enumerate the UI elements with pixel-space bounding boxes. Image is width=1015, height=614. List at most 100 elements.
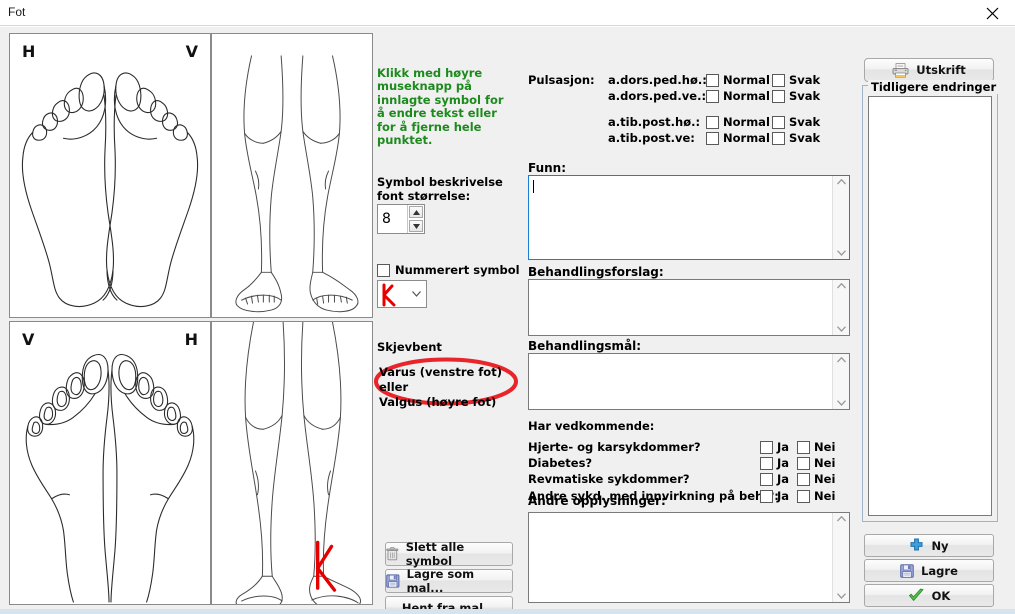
scroll-up-icon[interactable] [836,516,846,522]
condition-no-option[interactable]: Nei [797,489,835,503]
scroll-up-icon[interactable] [836,357,846,363]
behandlingsforslag-label: Behandlingsforslag: [528,265,664,279]
combobox-arrow[interactable] [406,291,426,297]
behandlingsforslag-text[interactable] [529,280,832,335]
behandlingsmal-textarea[interactable] [528,353,850,410]
spinner-up-button[interactable] [409,206,423,218]
text-caret [533,180,534,193]
pulse-row: a.tib.post.ve: Normal Svak [608,130,838,146]
new-button-label: Ny [931,538,949,553]
numbered-symbol-checkbox[interactable] [377,263,390,277]
behandlingsforslag-scrollbar[interactable] [832,280,849,335]
pulse-normal-label: Normal [723,89,770,103]
symbol-fontsize-label: Symbol beskrivelse font størrelse: [377,175,503,203]
condition-no-option[interactable]: Nei [797,456,835,470]
window-titlebar: Fot [0,0,1015,26]
pulse-normal-checkbox[interactable] [706,115,719,129]
close-button[interactable] [969,0,1015,26]
bottom-edge [0,609,1015,614]
behandlingsmal-scrollbar[interactable] [832,354,849,409]
andre-opplysninger-text[interactable] [529,513,832,602]
scroll-up-icon[interactable] [836,283,846,289]
delete-all-symbols-label: Slett alle symbol [405,540,465,568]
ok-button[interactable]: OK [864,584,994,607]
diagram-legs-posterior[interactable] [211,33,373,318]
condition-label: Diabetes? [528,456,593,470]
funn-scrollbar[interactable] [832,176,849,259]
pulse-weak-option[interactable]: Svak [772,89,838,103]
andre-opplysninger-textarea[interactable] [528,512,850,603]
scroll-down-icon[interactable] [836,400,846,406]
condition-yes-option[interactable]: Ja [760,489,789,503]
delete-all-symbols-button[interactable]: Slett alle symbol [385,540,513,568]
condition-no-option[interactable]: Nei [797,472,835,486]
pulse-normal-checkbox[interactable] [706,73,719,87]
pulse-normal-option[interactable]: Normal [706,73,772,87]
diagram-label-right: V [185,42,198,61]
spinner-down-button[interactable] [409,220,423,232]
font-size-spinner[interactable]: 8 [377,204,425,234]
condition-yes-label: Ja [777,440,790,454]
symbol-preview [378,281,406,307]
pulse-normal-option[interactable]: Normal [706,115,772,129]
behandlingsforslag-textarea[interactable] [528,279,850,336]
new-button[interactable]: Ny [864,534,994,557]
pulse-weak-checkbox[interactable] [772,131,785,145]
font-size-value[interactable]: 8 [378,205,407,233]
condition-yes-checkbox[interactable] [760,456,773,470]
condition-no-checkbox[interactable] [797,456,811,470]
chevron-up-icon [412,209,420,215]
pulse-normal-option[interactable]: Normal [706,131,772,145]
pulse-row: a.dors.ped.ve.: Normal Svak [608,88,838,104]
pulse-normal-checkbox[interactable] [706,131,719,145]
condition-yes-checkbox[interactable] [760,489,773,503]
behandlingsmal-text[interactable] [529,354,832,409]
pulse-weak-option[interactable]: Svak [772,115,838,129]
diagram-legs-anterior[interactable] [211,321,373,605]
condition-yes-option[interactable]: Ja [760,456,789,470]
pulse-weak-option[interactable]: Svak [772,131,838,145]
scroll-down-icon[interactable] [836,250,846,256]
pulse-weak-checkbox[interactable] [772,115,785,129]
condition-options: Ja Nei [760,472,835,486]
condition-no-checkbox[interactable] [797,489,811,503]
condition-yes-label: Ja [777,489,790,503]
symbol-select-combobox[interactable] [377,280,427,308]
andre-opplysninger-label: Andre opplysninger: [528,494,666,508]
pulse-weak-checkbox[interactable] [772,89,785,103]
diagram-plantar-soles[interactable]: H V [9,33,211,318]
condition-yes-checkbox[interactable] [760,440,773,454]
condition-no-option[interactable]: Nei [797,440,835,454]
floppy-icon [386,574,400,588]
right-click-hint: Klikk med høyre museknapp på innlagte sy… [377,66,504,148]
behandlingsmal-label: Behandlingsmål: [528,339,642,353]
trash-icon [386,547,399,561]
pulse-weak-checkbox[interactable] [772,73,785,87]
floppy-icon [900,563,914,578]
save-as-template-button[interactable]: Lagre som mal... [385,567,513,595]
condition-yes-option[interactable]: Ja [760,440,789,454]
numbered-symbol-row[interactable]: Nummerert symbol [377,263,520,277]
print-button[interactable]: Utskrift [864,58,994,82]
condition-yes-label: Ja [777,456,790,470]
save-button[interactable]: Lagre [864,559,994,582]
scroll-down-icon[interactable] [836,593,846,599]
scroll-down-icon[interactable] [836,326,846,332]
scroll-up-icon[interactable] [836,179,846,185]
condition-yes-label: Ja [777,472,790,486]
pulse-normal-option[interactable]: Normal [706,89,772,103]
condition-yes-checkbox[interactable] [760,472,773,486]
andre-opplysninger-scrollbar[interactable] [832,513,849,602]
funn-text[interactable] [529,176,832,259]
condition-no-checkbox[interactable] [797,440,811,454]
ok-button-label: OK [931,588,951,603]
pulse-normal-checkbox[interactable] [706,89,719,103]
diagram-dorsal-feet[interactable]: V H [9,321,211,605]
funn-textarea[interactable] [528,175,850,260]
pulsasjon-label: Pulsasjon: [528,73,595,87]
history-listbox[interactable] [868,96,992,516]
condition-no-checkbox[interactable] [797,472,811,486]
pulse-weak-option[interactable]: Svak [772,73,838,87]
condition-yes-option[interactable]: Ja [760,472,789,486]
pulse-artery-label: a.tib.post.hø.: [608,115,701,129]
